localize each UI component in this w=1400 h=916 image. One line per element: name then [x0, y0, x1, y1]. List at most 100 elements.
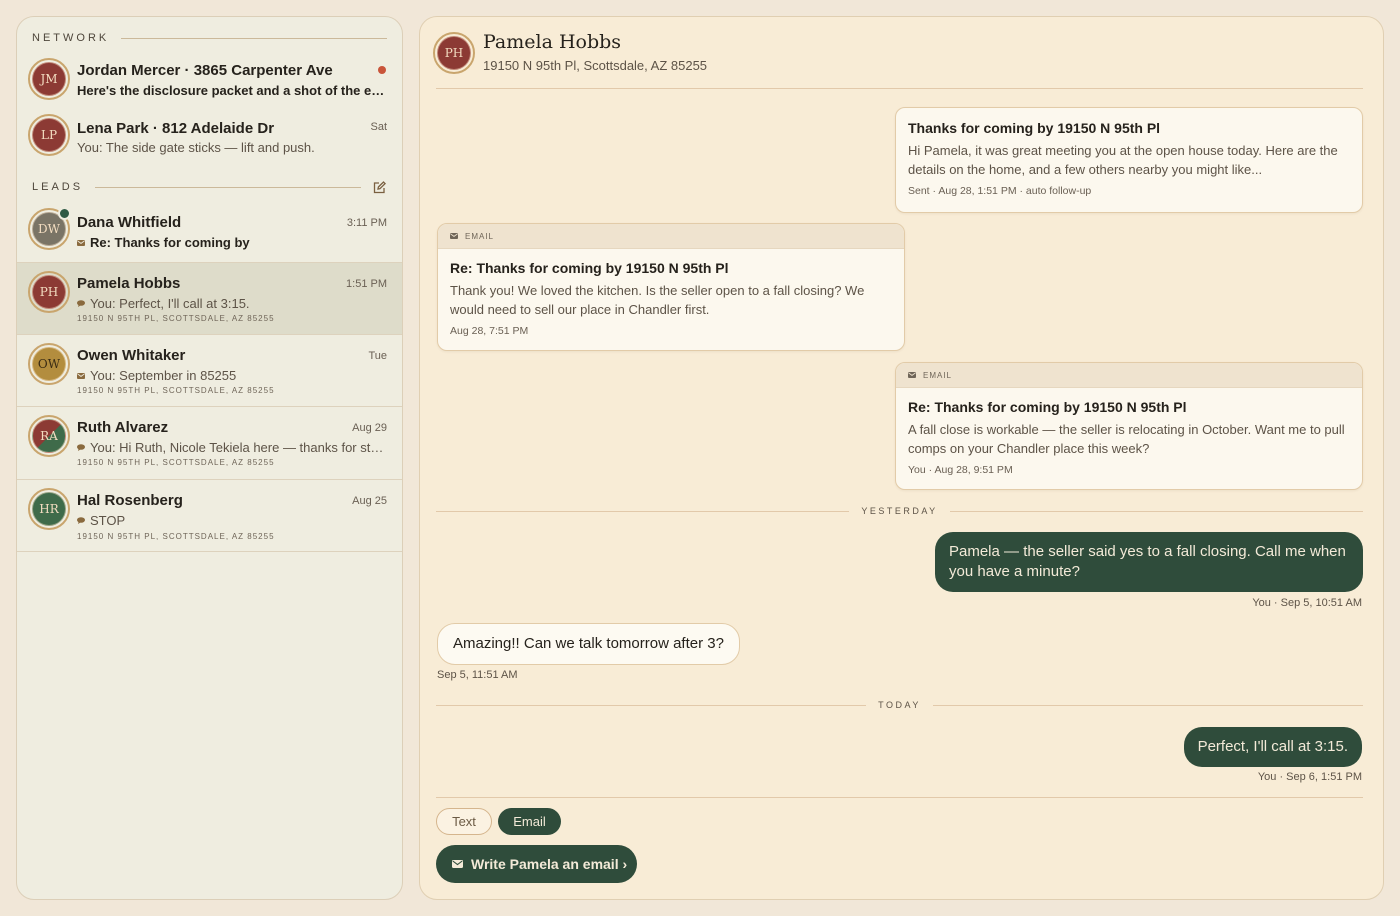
conversation-time: Aug 29	[352, 422, 387, 434]
day-separator-yesterday: YESTERDAY	[436, 505, 1364, 517]
email-channel-tab[interactable]: Email	[498, 808, 561, 835]
divider	[436, 88, 1363, 89]
divider	[949, 510, 1364, 512]
avatar-initials: LP	[32, 118, 66, 152]
chat-icon	[77, 295, 86, 310]
conversation-time: Tue	[368, 350, 387, 362]
avatar: RA	[28, 415, 70, 457]
avatar: JM	[28, 58, 70, 100]
conversation-preview: You: Hi Ruth, Nicole Tekiela here — than…	[77, 439, 388, 455]
conversation-time: 3:11 PM	[346, 217, 387, 229]
chat-icon	[77, 439, 86, 454]
envelope-icon	[77, 367, 86, 382]
conversation-item-hal-rosenberg[interactable]: HR Hal Rosenberg Aug 25 STOP 19150 N 95T…	[17, 479, 402, 552]
conversation-item-dana-whitfield[interactable]: DW Dana Whitfield 3:11 PM Re: Thanks for…	[17, 202, 402, 262]
conversation-item-lena-park[interactable]: LP Lena Park · 812 Adelaide Dr Sat You: …	[17, 108, 402, 166]
conversation-time: 1:51 PM	[346, 278, 387, 290]
divider	[436, 704, 867, 706]
divider	[121, 37, 387, 39]
avatar-initials: PH	[437, 36, 471, 70]
conversation-item-ruth-alvarez[interactable]: RA Ruth Alvarez Aug 29 You: Hi Ruth, Nic…	[17, 406, 402, 479]
avatar-initials: HR	[32, 492, 66, 526]
envelope-icon	[452, 860, 463, 868]
write-email-button[interactable]: Write Pamela an email ›	[436, 845, 637, 883]
email-body: A fall close is workable — the seller is…	[908, 422, 1345, 456]
email-body: Thank you! We loved the kitchen. Is the …	[450, 283, 865, 317]
conversation-item-jordan-mercer[interactable]: JM Jordan Mercer · 3865 Carpenter Ave He…	[17, 50, 402, 108]
avatar: OW	[28, 343, 70, 385]
email-tag-label: EMAIL	[923, 370, 953, 380]
avatar: HR	[28, 488, 70, 530]
envelope-icon	[450, 232, 459, 241]
conversation-item-owen-whitaker[interactable]: OW Owen Whitaker Tue You: September in 8…	[17, 334, 402, 406]
message-thread-panel: PH Pamela Hobbs 19150 N 95th Pl, Scottsd…	[419, 16, 1384, 900]
preview-text: You: Hi Ruth, Nicole Tekiela here — than…	[90, 440, 388, 455]
text-channel-tab[interactable]: Text	[436, 808, 492, 835]
lead-address: 19150 N 95TH PL, SCOTTSDALE, AZ 85255	[77, 458, 275, 467]
unread-dot	[378, 66, 386, 74]
avatar-initials: RA	[32, 419, 66, 453]
envelope-icon	[908, 371, 917, 380]
email-card-outgoing[interactable]: Thanks for coming by 19150 N 95th Pl Hi …	[895, 107, 1363, 213]
conversation-preview: Re: Thanks for coming by	[77, 234, 388, 250]
avatar-initials: PH	[32, 275, 66, 309]
conversation-time: Sat	[370, 121, 387, 133]
conversation-preview: STOP	[77, 512, 388, 528]
conversation-name: Owen Whitaker	[77, 347, 186, 364]
network-section-label: NETWORK	[32, 32, 110, 44]
lead-address: 19150 N 95TH PL, SCOTTSDALE, AZ 85255	[77, 386, 275, 395]
preview-text: STOP	[90, 513, 126, 528]
conversation-item-pamela-hobbs[interactable]: PH Pamela Hobbs 1:51 PM You: Perfect, I'…	[17, 262, 402, 334]
email-subject: Re: Thanks for coming by 19150 N 95th Pl	[450, 260, 729, 276]
avatar: DW	[28, 207, 71, 250]
conversation-name: Lena Park · 812 Adelaide Dr	[77, 120, 275, 137]
avatar-initials: OW	[32, 347, 66, 381]
email-card-incoming[interactable]: EMAIL Re: Thanks for coming by 19150 N 9…	[437, 223, 905, 351]
conversation-preview: You: The side gate sticks — lift and pus…	[77, 140, 315, 155]
email-card-outgoing[interactable]: EMAIL Re: Thanks for coming by 19150 N 9…	[895, 362, 1363, 490]
email-meta: Aug 28, 7:51 PM	[450, 325, 529, 337]
email-tag: EMAIL	[438, 224, 904, 249]
write-email-label: Write Pamela an email ›	[471, 856, 628, 872]
contact-name: Pamela Hobbs	[483, 31, 622, 53]
divider	[932, 704, 1363, 706]
email-meta: You · Aug 28, 9:51 PM	[908, 464, 1013, 476]
conversation-name: Jordan Mercer · 3865 Carpenter Ave	[77, 62, 333, 79]
email-body: Hi Pamela, it was great meeting you at t…	[908, 143, 1338, 177]
network-section-header: NETWORK	[32, 31, 387, 45]
outgoing-message-bubble[interactable]: Pamela — the seller said yes to a fall c…	[935, 532, 1363, 592]
lead-address: 19150 N 95TH PL, SCOTTSDALE, AZ 85255	[77, 314, 275, 323]
message-meta: Sep 5, 11:51 AM	[437, 669, 518, 681]
divider	[436, 510, 850, 512]
preview-text: You: September in 85255	[90, 368, 237, 383]
preview-text: You: Perfect, I'll call at 3:15.	[90, 296, 250, 311]
outgoing-message-bubble[interactable]: Perfect, I'll call at 3:15.	[1183, 727, 1362, 767]
contact-avatar: PH	[433, 32, 475, 74]
incoming-message-bubble[interactable]: Amazing!! Can we talk tomorrow after 3?	[437, 623, 740, 665]
divider	[95, 186, 361, 188]
preview-text: Re: Thanks for coming by	[90, 235, 250, 250]
conversation-sidebar: NETWORK JM Jordan Mercer · 3865 Carpente…	[16, 16, 403, 900]
avatar: LP	[28, 114, 70, 156]
online-status-dot	[58, 207, 71, 220]
message-meta: You · Sep 6, 1:51 PM	[1257, 771, 1362, 783]
leads-section-header: LEADS	[32, 180, 387, 194]
message-meta: You · Sep 5, 10:51 AM	[1252, 597, 1362, 609]
email-tag-label: EMAIL	[465, 231, 495, 241]
leads-section-label: LEADS	[32, 181, 84, 193]
lead-address: 19150 N 95TH PL, SCOTTSDALE, AZ 85255	[77, 532, 275, 541]
email-tag: EMAIL	[896, 363, 1362, 388]
conversation-name: Pamela Hobbs	[77, 275, 181, 292]
avatar: PH	[28, 271, 70, 313]
conversation-preview: You: Perfect, I'll call at 3:15.	[77, 295, 388, 311]
day-separator-label: YESTERDAY	[861, 506, 938, 516]
avatar-initials: JM	[32, 62, 66, 96]
chat-icon	[77, 512, 86, 527]
contact-address: 19150 N 95th Pl, Scottsdale, AZ 85255	[483, 58, 708, 73]
compose-icon[interactable]	[371, 179, 387, 195]
email-subject: Thanks for coming by 19150 N 95th Pl	[908, 120, 1161, 136]
conversation-name: Dana Whitfield	[77, 214, 182, 231]
email-meta: Sent · Aug 28, 1:51 PM · auto follow-up	[908, 185, 1092, 197]
day-separator-label: TODAY	[878, 700, 921, 710]
conversation-preview: You: September in 85255	[77, 367, 388, 383]
